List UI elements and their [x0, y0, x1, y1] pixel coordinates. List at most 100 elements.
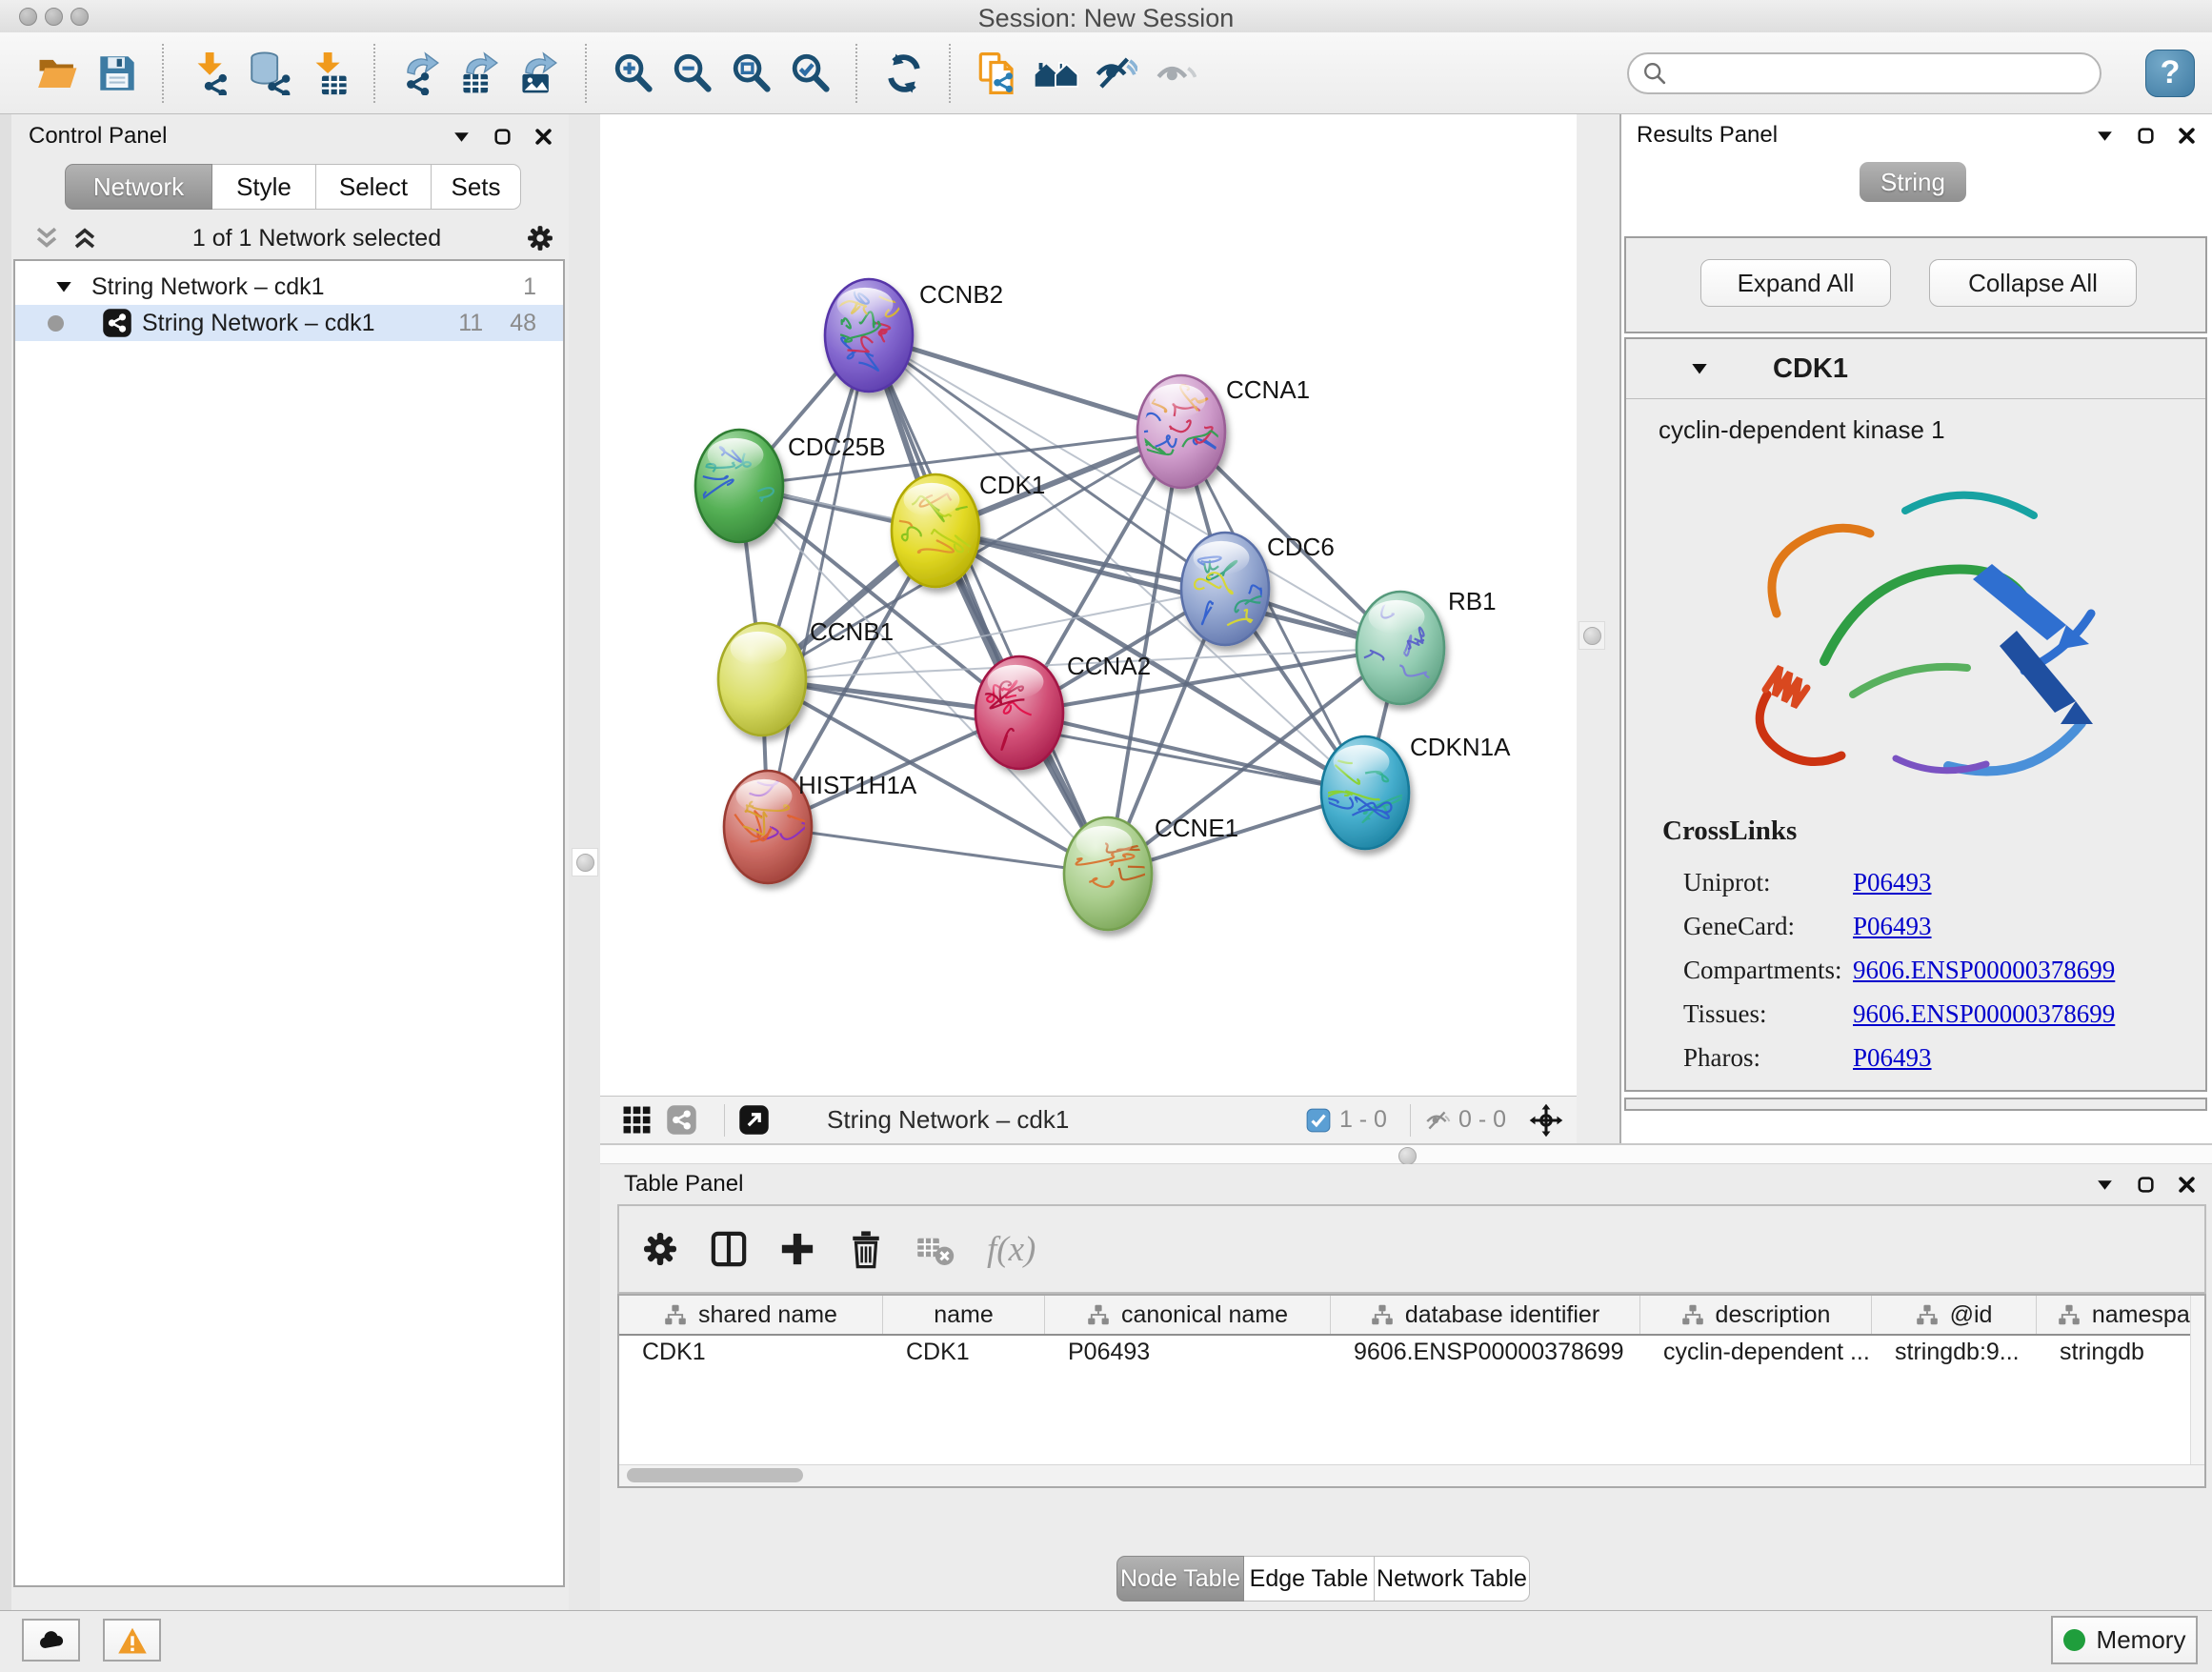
tab-style[interactable]: Style: [212, 164, 316, 210]
zoom-out-icon[interactable]: [663, 45, 722, 102]
string-home-icon[interactable]: [1027, 45, 1086, 102]
network-options-gear-icon[interactable]: [525, 223, 555, 253]
search-input[interactable]: [1677, 59, 2088, 88]
network-graph[interactable]: CCNB2CCNA1CDC25BCDK1CDC6RB1CCNB1CCNA2CDK…: [600, 114, 1577, 1096]
node-CDC25B[interactable]: [690, 430, 783, 542]
fit-move-crosshair-icon[interactable]: [1529, 1103, 1563, 1138]
right-splitter-grip[interactable]: [1579, 621, 1605, 650]
selected-checkbox-icon[interactable]: [1305, 1107, 1332, 1134]
import-network-file-icon[interactable]: [181, 45, 240, 102]
left-splitter[interactable]: [569, 114, 600, 1610]
collapse-all-button[interactable]: Collapse All: [1929, 259, 2137, 307]
column-header-database-identifier[interactable]: database identifier: [1331, 1296, 1640, 1334]
network-collection-row[interactable]: String Network – cdk1 1: [15, 269, 563, 305]
help-button[interactable]: ?: [2145, 50, 2195, 97]
column-header-namespace[interactable]: namespace: [2037, 1296, 2206, 1334]
zoom-selected-icon[interactable]: [781, 45, 840, 102]
crosslink-link[interactable]: P06493: [1853, 912, 1932, 941]
import-network-database-icon[interactable]: [240, 45, 299, 102]
delete-table-icon[interactable]: [915, 1229, 955, 1269]
column-header-description[interactable]: description: [1640, 1296, 1872, 1334]
tab-select[interactable]: Select: [316, 164, 432, 210]
panel-float-icon[interactable]: [2136, 1175, 2156, 1195]
node-CDK1[interactable]: [885, 474, 983, 587]
edge-CCNA2-CDKN1A[interactable]: [1019, 713, 1365, 793]
tab-edge-table[interactable]: Edge Table: [1244, 1556, 1375, 1601]
panel-menu-icon[interactable]: [2095, 126, 2115, 146]
tab-network[interactable]: Network: [65, 164, 212, 210]
open-session-icon[interactable]: [29, 45, 88, 102]
left-splitter-grip[interactable]: [572, 848, 598, 876]
edge-HIST1H1A-CCNE1[interactable]: [768, 827, 1108, 874]
panel-float-icon[interactable]: [2136, 126, 2156, 146]
table-horizontal-scrollbar[interactable]: [619, 1464, 2204, 1486]
tab-network-table[interactable]: Network Table: [1375, 1556, 1530, 1601]
hide-panel-icon[interactable]: [1086, 45, 1145, 102]
cell--id[interactable]: stringdb:9...: [1872, 1334, 2037, 1370]
node-CCNE1[interactable]: [1064, 817, 1152, 930]
right-splitter[interactable]: [1577, 114, 1619, 1143]
string-badge-gray-icon[interactable]: [666, 1104, 697, 1136]
panel-close-icon[interactable]: [2177, 1175, 2197, 1195]
export-table-icon[interactable]: [452, 45, 511, 102]
save-session-icon[interactable]: [88, 45, 147, 102]
column-header-name[interactable]: name: [883, 1296, 1045, 1334]
panel-menu-icon[interactable]: [452, 127, 472, 147]
crosslink-link[interactable]: 9606.ENSP00000378699: [1853, 999, 2115, 1029]
node-CCNB1[interactable]: [718, 623, 806, 735]
tab-sets[interactable]: Sets: [432, 164, 521, 210]
zoom-fit-icon[interactable]: [722, 45, 781, 102]
export-image-icon[interactable]: [511, 45, 570, 102]
open-in-window-icon[interactable]: [738, 1104, 770, 1136]
cell-canonical-name[interactable]: P06493: [1045, 1334, 1331, 1370]
expand-to-top-icon[interactable]: [70, 224, 99, 252]
import-table-icon[interactable]: [299, 45, 358, 102]
cell-shared-name[interactable]: CDK1: [619, 1334, 883, 1370]
refresh-layout-icon[interactable]: [875, 45, 934, 102]
panel-menu-icon[interactable]: [2095, 1175, 2115, 1195]
cloud-status-button[interactable]: [22, 1619, 80, 1662]
node-CCNA2[interactable]: [975, 656, 1063, 769]
node-CCNA1[interactable]: [1135, 375, 1225, 488]
horizontal-splitter-grip[interactable]: [1398, 1147, 1417, 1165]
panel-close-icon[interactable]: [533, 127, 553, 147]
function-builder-fx[interactable]: f(x): [987, 1229, 1036, 1270]
panel-close-icon[interactable]: [2177, 126, 2197, 146]
node-CDKN1A[interactable]: [1321, 736, 1409, 849]
tab-string[interactable]: String: [1860, 162, 1966, 202]
node-CDC6[interactable]: [1181, 533, 1269, 645]
horizontal-splitter[interactable]: [600, 1143, 2212, 1164]
search-box[interactable]: [1627, 52, 2101, 94]
show-columns-icon[interactable]: [709, 1229, 749, 1269]
tab-node-table[interactable]: Node Table: [1116, 1556, 1244, 1601]
network-row[interactable]: String Network – cdk1 11 48: [15, 305, 563, 341]
column-header--id[interactable]: @id: [1872, 1296, 2037, 1334]
column-header-shared-name[interactable]: shared name: [619, 1296, 883, 1334]
crosslink-link[interactable]: 9606.ENSP00000378699: [1853, 956, 2115, 985]
crosslink-link[interactable]: P06493: [1853, 868, 1932, 897]
table-vertical-scrollbar[interactable]: [2190, 1296, 2204, 1486]
export-network-icon[interactable]: [392, 45, 452, 102]
edge-CCNB2-CCNA1[interactable]: [869, 335, 1181, 432]
network-view-canvas[interactable]: CCNB2CCNA1CDC25BCDK1CDC6RB1CCNB1CCNA2CDK…: [600, 114, 1577, 1096]
delete-column-trash-icon[interactable]: [846, 1229, 886, 1269]
node-table[interactable]: shared namenamecanonical namedatabase id…: [617, 1294, 2206, 1488]
collapse-all-icon[interactable]: [32, 224, 61, 252]
tree-expander-icon[interactable]: [53, 276, 74, 297]
cell-name[interactable]: CDK1: [883, 1334, 1045, 1370]
edge-CCNB2-HIST1H1A[interactable]: [768, 335, 869, 827]
memory-button[interactable]: Memory: [2051, 1616, 2198, 1664]
scrollbar-thumb[interactable]: [627, 1468, 803, 1482]
zoom-in-icon[interactable]: [604, 45, 663, 102]
expand-all-button[interactable]: Expand All: [1700, 259, 1891, 307]
warnings-button[interactable]: [103, 1619, 161, 1662]
section-expander-icon[interactable]: [1689, 358, 1710, 379]
column-header-canonical-name[interactable]: canonical name: [1045, 1296, 1331, 1334]
cell-namespace[interactable]: stringdb: [2037, 1334, 2206, 1370]
node-CCNB2[interactable]: [825, 279, 913, 392]
node-RB1[interactable]: [1357, 592, 1444, 704]
panel-float-icon[interactable]: [493, 127, 513, 147]
crosslink-link[interactable]: P06493: [1853, 1043, 1932, 1073]
add-column-icon[interactable]: [777, 1229, 817, 1269]
duplicate-network-icon[interactable]: [968, 45, 1027, 102]
